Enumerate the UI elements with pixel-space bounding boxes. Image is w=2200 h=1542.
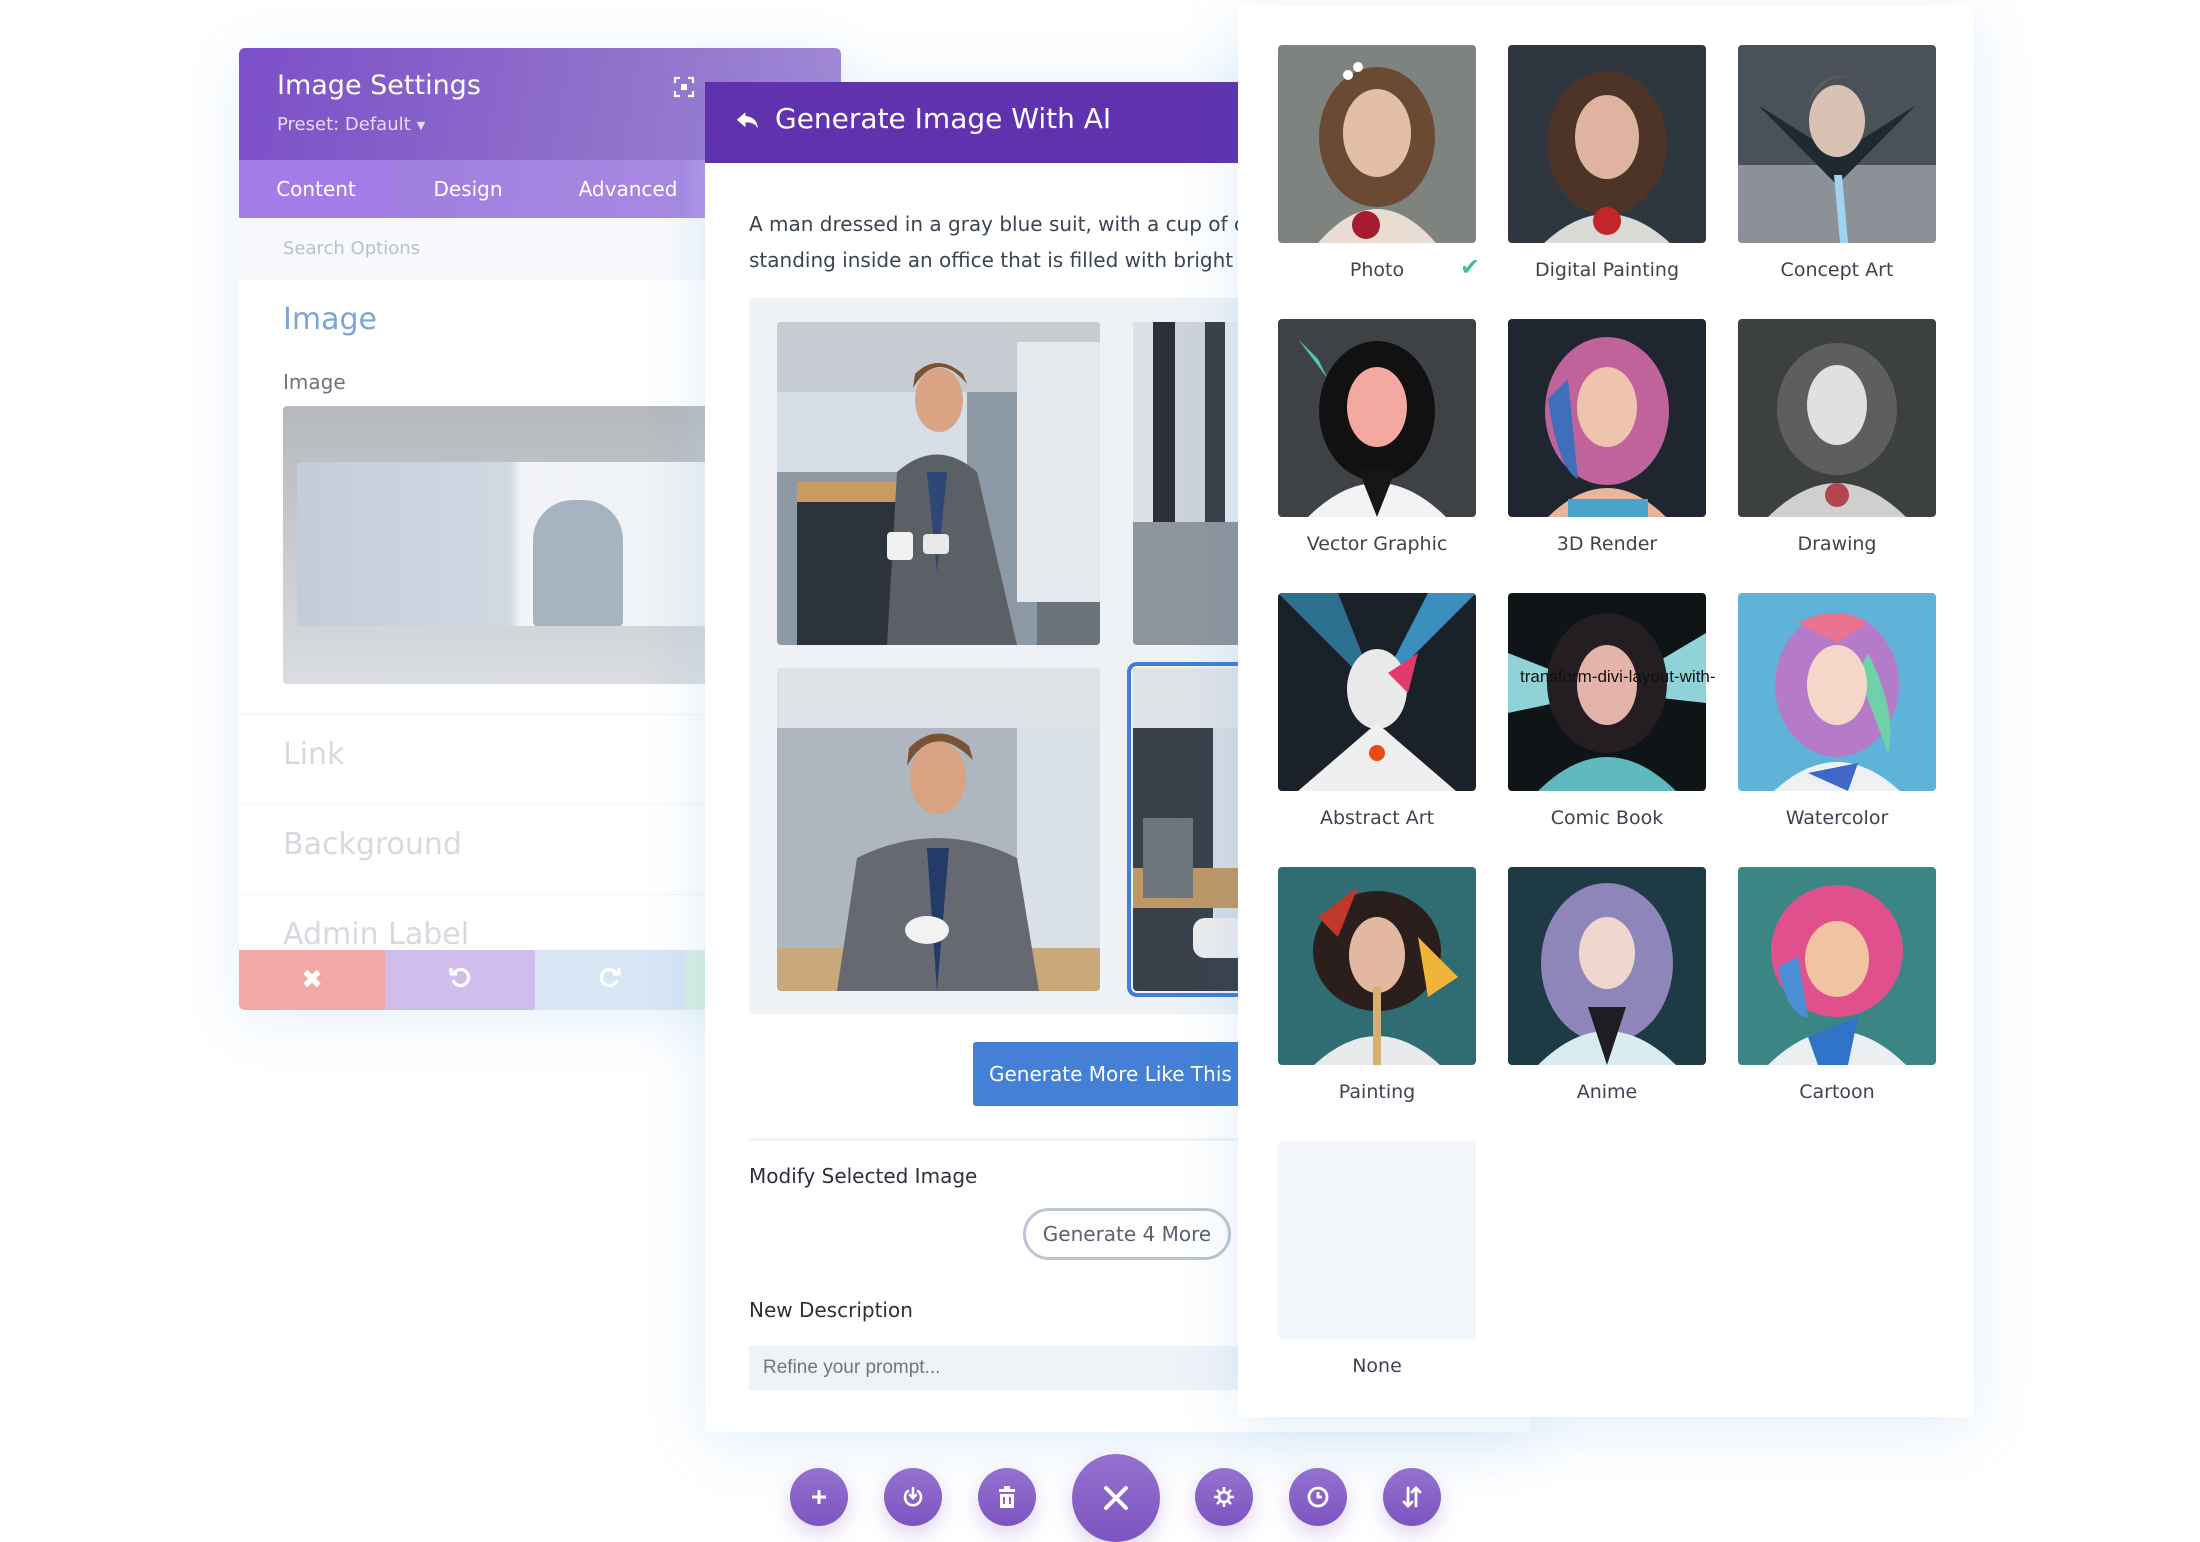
search-placeholder: Search Options: [283, 238, 421, 259]
style-label: Watercolor: [1785, 807, 1889, 829]
power-icon: [901, 1485, 925, 1509]
style-thumb-abstract-art: [1278, 593, 1476, 791]
style-thumb-painting: [1278, 867, 1476, 1065]
redo-icon: [598, 965, 622, 996]
caret-down-icon: ▼: [416, 118, 426, 132]
style-thumb-vector-graphic: [1278, 319, 1476, 517]
generate-4-more-button[interactable]: Generate 4 More: [1023, 1208, 1231, 1260]
style-thumb-digital-painting: [1508, 45, 1706, 243]
tab-content[interactable]: Content: [239, 160, 393, 218]
prompt-line-2: standing inside an office that is filled…: [749, 248, 1246, 272]
style-label: Comic Book: [1550, 807, 1664, 829]
style-thumb-cartoon: [1738, 867, 1936, 1065]
style-thumb-drawing: [1738, 319, 1936, 517]
generated-image-1[interactable]: [777, 322, 1100, 645]
style-thumb-photo: [1278, 45, 1476, 243]
ai-panel-title: Generate Image With AI: [775, 102, 1112, 135]
tab-design[interactable]: Design: [393, 160, 543, 218]
new-description-label: New Description: [749, 1298, 913, 1322]
toggle-admin-label-text: Admin Label: [283, 917, 470, 952]
style-thumb-anime: [1508, 867, 1706, 1065]
plus-icon: [809, 1487, 829, 1507]
undo-icon: [448, 965, 472, 996]
toggle-background-label: Background: [283, 827, 462, 862]
style-thumb-none: [1278, 1141, 1476, 1339]
history-button[interactable]: [1289, 1468, 1347, 1526]
close-builder-button[interactable]: [1072, 1454, 1160, 1542]
settings-title: Image Settings: [277, 70, 481, 101]
back-arrow-icon[interactable]: [733, 106, 763, 136]
undo-button[interactable]: [385, 950, 535, 1010]
style-label: Anime: [1576, 1081, 1638, 1103]
style-label: Photo: [1349, 259, 1405, 281]
style-label: Vector Graphic: [1306, 533, 1448, 555]
prompt-line-1: A man dressed in a gray blue suit, with …: [749, 212, 1258, 236]
style-label: None: [1352, 1355, 1402, 1377]
style-label: Painting: [1338, 1081, 1416, 1103]
tab-advanced[interactable]: Advanced: [543, 160, 713, 218]
style-label: Drawing: [1797, 533, 1877, 555]
image-field-label: Image: [283, 370, 346, 394]
style-label: 3D Render: [1556, 533, 1658, 555]
gear-icon: [1212, 1485, 1236, 1509]
preset-label: Preset: Default: [277, 114, 411, 135]
style-picker-panel: Photo ✔ Digital Painting Concept Art Vec…: [1238, 5, 1973, 1417]
sort-icon: [1400, 1485, 1424, 1509]
fullscreen-icon[interactable]: [673, 76, 695, 98]
close-icon: ✖: [301, 965, 323, 995]
trash-icon: [997, 1486, 1017, 1508]
refine-prompt-input[interactable]: [749, 1346, 1269, 1390]
preset-dropdown[interactable]: Preset: Default ▼: [277, 114, 425, 135]
discard-button[interactable]: ✖: [239, 950, 385, 1010]
toggle-link-label: Link: [283, 737, 345, 772]
power-button[interactable]: [884, 1468, 942, 1526]
checkmark-icon: ✔: [1460, 253, 1481, 281]
redo-button[interactable]: [535, 950, 685, 1010]
style-label: Abstract Art: [1319, 807, 1435, 829]
broken-image-alt-text: transform-divi-layout-with-: [1520, 667, 1716, 686]
preview-figure: [533, 500, 623, 626]
modify-selected-image-label: Modify Selected Image: [749, 1164, 978, 1188]
portability-button[interactable]: [1383, 1468, 1441, 1526]
style-thumb-concept-art: [1738, 45, 1936, 243]
history-icon: [1306, 1485, 1330, 1509]
style-thumb-watercolor: [1738, 593, 1936, 791]
style-thumb-3d-render: [1508, 319, 1706, 517]
section-title-image[interactable]: Image: [283, 302, 377, 337]
generate-more-like-this-button[interactable]: Generate More Like This (: [973, 1042, 1273, 1106]
delete-button[interactable]: [978, 1468, 1036, 1526]
style-label: Digital Painting: [1534, 259, 1680, 281]
style-label: Cartoon: [1799, 1081, 1875, 1103]
style-label: Concept Art: [1780, 259, 1894, 281]
add-button[interactable]: [790, 1468, 848, 1526]
style-thumb-comic-book: [1508, 593, 1706, 791]
close-icon: [1102, 1484, 1130, 1512]
prompt-text[interactable]: A man dressed in a gray blue suit, with …: [749, 206, 1269, 278]
settings-button[interactable]: [1195, 1468, 1253, 1526]
generated-image-3[interactable]: [777, 668, 1100, 991]
